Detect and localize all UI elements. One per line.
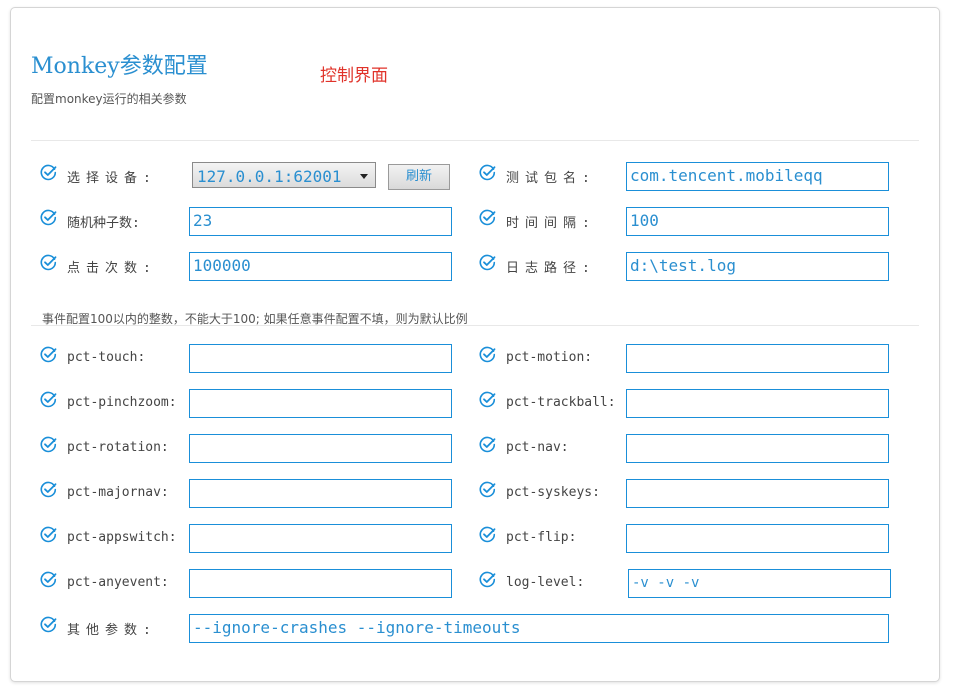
device-select[interactable]: 127.0.0.1:62001 — [192, 162, 376, 188]
pct-anyevent-label: pct-anyevent: — [67, 575, 169, 590]
pct-motion-label: pct-motion: — [506, 350, 593, 365]
check-circle-icon — [40, 164, 57, 181]
page-title: Monkey参数配置 — [31, 54, 208, 79]
other-params-input[interactable]: --ignore-crashes --ignore-timeouts — [189, 614, 889, 643]
pct-syskeys-label: pct-syskeys: — [506, 485, 600, 500]
check-circle-icon — [40, 346, 57, 363]
pct-trackball-label: pct-trackball: — [506, 395, 616, 410]
check-circle-icon — [479, 436, 496, 453]
pct-flip-input[interactable] — [626, 524, 889, 553]
check-circle-icon — [40, 481, 57, 498]
pct-pinchzoom-input[interactable] — [189, 389, 452, 418]
refresh-button[interactable]: 刷新 — [388, 164, 450, 190]
pct-anyevent-input[interactable] — [189, 569, 452, 598]
divider — [31, 140, 919, 141]
seed-label: 随机种子数: — [67, 216, 140, 231]
pct-trackball-input[interactable] — [626, 389, 889, 418]
check-circle-icon — [40, 526, 57, 543]
device-select-value: 127.0.0.1:62001 — [197, 167, 342, 186]
check-circle-icon — [40, 616, 57, 633]
pct-syskeys-input[interactable] — [626, 479, 889, 508]
divider — [31, 325, 919, 326]
other-params-label: 其他参数: — [67, 623, 157, 638]
interval-label: 时间间隔: — [506, 216, 596, 231]
logpath-label: 日志路径: — [506, 261, 596, 276]
check-circle-icon — [479, 571, 496, 588]
log-level-label: log-level: — [506, 575, 585, 590]
pct-nav-label: pct-nav: — [506, 440, 569, 455]
page-subtitle: 配置monkey运行的相关参数 — [31, 92, 187, 106]
check-circle-icon — [40, 209, 57, 226]
seed-input[interactable]: 23 — [189, 207, 452, 236]
clicks-label: 点击次数: — [67, 261, 157, 276]
check-circle-icon — [40, 254, 57, 271]
pct-majornav-input[interactable] — [189, 479, 452, 508]
annotation-label: 控制界面 — [320, 66, 388, 86]
log-level-input[interactable]: -v -v -v — [628, 569, 891, 598]
device-label: 选择设备: — [67, 171, 157, 186]
pct-rotation-label: pct-rotation: — [67, 440, 169, 455]
check-circle-icon — [479, 164, 496, 181]
interval-input[interactable]: 100 — [626, 207, 889, 236]
clicks-input[interactable]: 100000 — [189, 252, 452, 281]
pct-motion-input[interactable] — [626, 344, 889, 373]
pct-nav-input[interactable] — [626, 434, 889, 463]
pct-rotation-input[interactable] — [189, 434, 452, 463]
check-circle-icon — [479, 209, 496, 226]
pct-majornav-label: pct-majornav: — [67, 485, 169, 500]
check-circle-icon — [479, 526, 496, 543]
pct-touch-input[interactable] — [189, 344, 452, 373]
pct-touch-label: pct-touch: — [67, 350, 146, 365]
pct-flip-label: pct-flip: — [506, 530, 577, 545]
package-label: 测试包名: — [506, 171, 596, 186]
check-circle-icon — [40, 436, 57, 453]
pct-appswitch-label: pct-appswitch: — [67, 530, 177, 545]
package-input[interactable]: com.tencent.mobileqq — [626, 162, 889, 191]
chevron-down-icon[interactable] — [360, 174, 368, 179]
check-circle-icon — [479, 391, 496, 408]
check-circle-icon — [40, 391, 57, 408]
check-circle-icon — [479, 481, 496, 498]
pct-pinchzoom-label: pct-pinchzoom: — [67, 395, 177, 410]
pct-appswitch-input[interactable] — [189, 524, 452, 553]
check-circle-icon — [479, 254, 496, 271]
check-circle-icon — [479, 346, 496, 363]
logpath-input[interactable]: d:\test.log — [626, 252, 889, 281]
check-circle-icon — [40, 571, 57, 588]
